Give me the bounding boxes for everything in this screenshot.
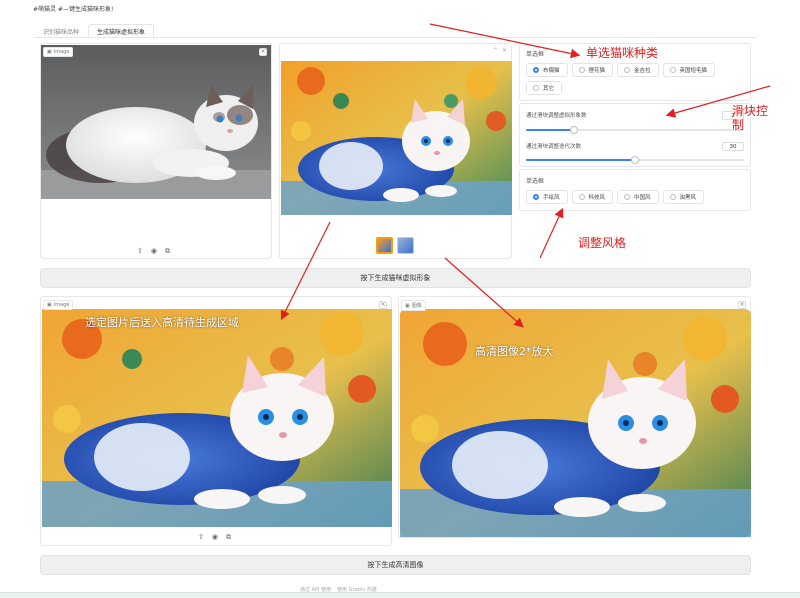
- clipboard-icon[interactable]: ⧉: [226, 533, 231, 542]
- gallery-top-icons: ⌃ ×: [493, 47, 507, 54]
- breed-select-label: 单选框: [526, 51, 545, 58]
- hd-image-panel: ▣ 图像 ×: [398, 296, 751, 538]
- radio-style-handdrawn[interactable]: 手绘风: [526, 190, 568, 204]
- close-icon[interactable]: ×: [738, 301, 746, 309]
- style-select-block: 单选框 手绘风 科技风 中国风 浊黑风: [519, 169, 751, 211]
- gallery-thumbnails: [376, 237, 414, 254]
- radio-selected-icon: [533, 194, 539, 200]
- slider-block: 通过滑块调整虚拟形象数 2 通过滑块调整迭代次数 30: [519, 103, 751, 167]
- selected-image-label: ▣ Image: [43, 300, 74, 310]
- radio-icon: [533, 85, 539, 91]
- radio-breed-other[interactable]: 其它: [526, 81, 563, 95]
- radio-style-tech[interactable]: 科技风: [571, 190, 614, 204]
- radio-breed-ragdoll[interactable]: 布偶猫: [526, 63, 568, 77]
- radio-icon: [624, 67, 631, 73]
- annotation-slider: 滑块控 制: [732, 104, 769, 132]
- selected-image-panel[interactable]: ▣ Image × ⇧ ◉ ⧉: [40, 296, 392, 546]
- selected-image-toolbar: ⇧ ◉ ⧉: [198, 533, 231, 542]
- radio-breed-tabby[interactable]: 狸花猫: [571, 63, 614, 77]
- annotation-select-text: 选定图片后送入高清待生成区域: [85, 316, 239, 329]
- hd-image-label: ▣ 图像: [401, 300, 426, 311]
- browser-bottom-bar: [0, 592, 800, 598]
- tab-generate-avatar[interactable]: 生成猫咪虚拟形象: [88, 24, 155, 38]
- annotation-breed: 单选猫咪种类: [586, 46, 659, 60]
- arrow-style: [539, 207, 564, 259]
- avatar-count-label: 通过滑块调整虚拟形象数: [526, 113, 587, 119]
- tab-identify-breed[interactable]: 识别猫咪品种: [34, 24, 88, 38]
- radio-icon: [624, 194, 631, 200]
- avatar-count-fill: [526, 129, 574, 131]
- hd-cat-image: [400, 309, 751, 537]
- annotation-hd-text: 高清图像2*放大: [475, 345, 554, 358]
- close-icon[interactable]: ×: [502, 47, 507, 54]
- output-gallery-panel[interactable]: ⌃ ×: [279, 43, 512, 259]
- iteration-count-slider-handle[interactable]: [631, 156, 639, 164]
- radio-selected-icon: [533, 67, 539, 73]
- webcam-icon[interactable]: ◉: [151, 247, 157, 256]
- app-root: #萌猫灵 #—键生成猫咪形象! 识别猫咪品种 生成猫咪虚拟形象 ▣ Image …: [0, 0, 800, 598]
- radio-breed-british-shorthair[interactable]: 英国短毛猫: [662, 63, 716, 77]
- app-title: #萌猫灵 #—键生成猫咪形象!: [33, 6, 114, 13]
- close-icon[interactable]: ×: [379, 301, 387, 309]
- image-icon: ▣: [47, 49, 52, 55]
- generated-cat-image: [281, 61, 512, 215]
- upload-icon[interactable]: ⇧: [198, 533, 204, 542]
- input-image-panel[interactable]: ▣ Image × ⇧ ◉ ⧉: [40, 43, 272, 259]
- input-image-label: ▣ Image: [43, 47, 74, 57]
- radio-icon: [578, 67, 585, 73]
- iteration-count-fill: [526, 159, 635, 161]
- webcam-icon[interactable]: ◉: [212, 533, 218, 542]
- radio-icon: [669, 194, 676, 200]
- upload-icon[interactable]: ⇧: [137, 247, 143, 256]
- iteration-count-input[interactable]: 30: [722, 142, 744, 151]
- tab-bar: 识别猫咪品种 生成猫咪虚拟形象: [34, 24, 155, 38]
- iteration-count-label: 通过滑块调整迭代次数: [526, 144, 582, 150]
- radio-style-dark[interactable]: 浊黑风: [662, 190, 705, 204]
- generate-hd-button[interactable]: 按下生成高清图像: [40, 555, 751, 575]
- radio-icon: [669, 67, 676, 73]
- radio-icon: [578, 194, 585, 200]
- style-select-label: 单选框: [526, 178, 545, 185]
- thumbnail-1[interactable]: [376, 237, 393, 254]
- close-icon[interactable]: ×: [259, 48, 267, 56]
- image-icon: ▣: [405, 302, 410, 309]
- radio-style-chinese[interactable]: 中国风: [617, 190, 659, 204]
- annotation-style: 调整风格: [578, 236, 627, 250]
- tab-divider: [34, 37, 756, 38]
- radio-breed-chinchilla[interactable]: 金吉拉: [617, 63, 659, 77]
- breed-radio-group: 布偶猫 狸花猫 金吉拉 英国短毛猫 其它: [526, 63, 748, 95]
- generate-avatar-button[interactable]: 按下生成猫咪虚拟形象: [40, 268, 751, 288]
- ragdoll-cat-photo: [41, 45, 271, 199]
- thumbnail-2[interactable]: [397, 237, 414, 254]
- image-icon: ▣: [47, 302, 52, 308]
- share-icon[interactable]: ⌃: [493, 47, 498, 54]
- style-radio-group: 手绘风 科技风 中国风 浊黑风: [526, 190, 748, 204]
- clipboard-icon[interactable]: ⧉: [165, 247, 170, 256]
- input-image-toolbar: ⇧ ◉ ⧉: [137, 247, 170, 256]
- selected-cat-image: [42, 309, 392, 527]
- avatar-count-slider-handle[interactable]: [570, 126, 578, 134]
